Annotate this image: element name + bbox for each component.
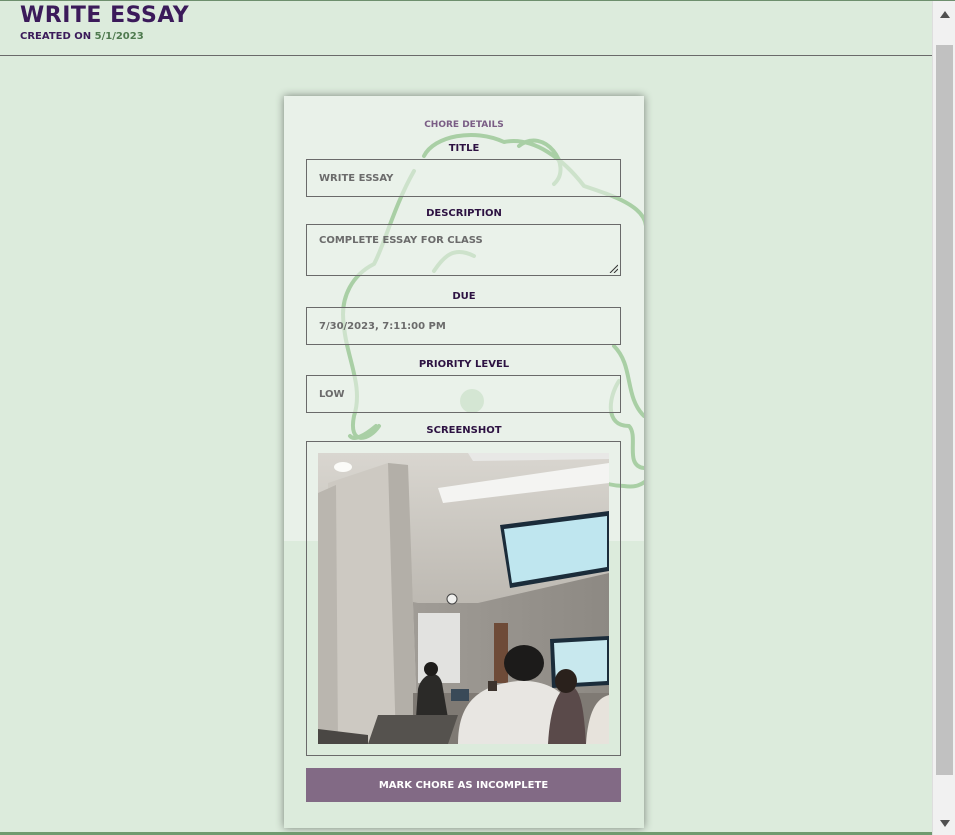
page-title: Write Essay [20,3,190,28]
screenshot-label: Screenshot [426,425,502,436]
chevron-up-icon[interactable] [933,5,955,23]
classroom-photo-image [318,453,609,744]
resize-handle-icon[interactable] [608,263,618,273]
card-heading: Chore Details [424,120,504,130]
vertical-scrollbar[interactable] [932,1,955,835]
priority-label: Priority Level [418,359,510,370]
page: Write Essay Created on 5/1/2023 Chore De… [0,1,932,835]
priority-value: Low [319,388,345,400]
chore-form: Chore Details Title Write Essay Descript… [284,120,644,802]
chore-details-card: Chore Details Title Write Essay Descript… [284,96,644,828]
scrollbar-thumb[interactable] [936,45,953,775]
due-field[interactable]: 7/30/2023, 7:11:00 PM [306,307,621,345]
mark-incomplete-button[interactable]: Mark Chore as Incomplete [306,768,621,802]
description-value: Complete essay for class [319,235,483,246]
title-label: Title [448,143,480,154]
created-label: Created on [20,31,92,42]
page-header: Write Essay Created on 5/1/2023 [0,1,932,56]
priority-field[interactable]: Low [306,375,621,413]
screenshot-frame [306,441,621,756]
created-date: 5/1/2023 [94,31,144,42]
due-value: 7/30/2023, 7:11:00 PM [319,320,446,332]
description-field[interactable]: Complete essay for class [306,224,621,276]
due-label: Due [452,291,476,302]
chevron-down-icon[interactable] [933,814,955,832]
classroom-photo [318,453,609,744]
title-field[interactable]: Write Essay [306,159,621,197]
title-value: Write Essay [319,172,394,184]
created-line: Created on 5/1/2023 [20,31,932,42]
description-label: Description [426,208,502,219]
